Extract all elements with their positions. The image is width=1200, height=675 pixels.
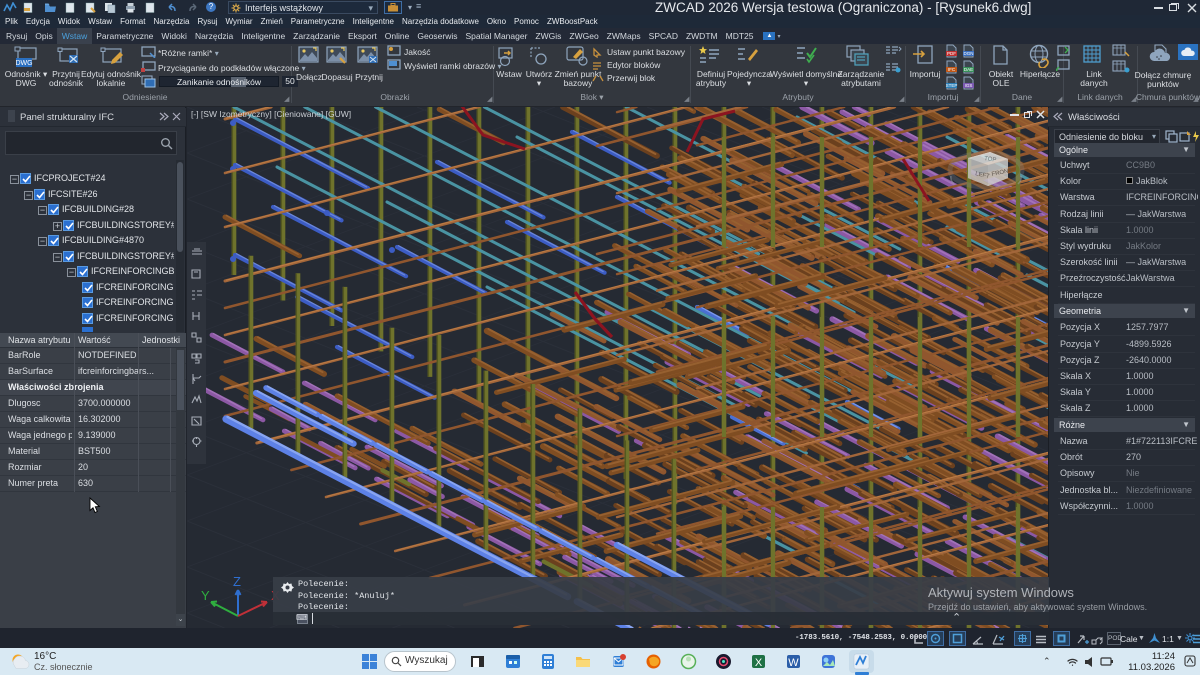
svg-text:Z: Z bbox=[233, 574, 241, 589]
svg-text:X: X bbox=[755, 657, 763, 669]
svg-text:DWG: DWG bbox=[15, 60, 32, 67]
svg-text:STEP: STEP bbox=[946, 83, 958, 88]
svg-text:W: W bbox=[788, 657, 799, 669]
svg-text:IFC: IFC bbox=[948, 67, 956, 72]
svg-text:Y: Y bbox=[201, 588, 210, 603]
svg-text:DGN: DGN bbox=[964, 51, 974, 56]
svg-text:IGS: IGS bbox=[965, 83, 973, 88]
svg-text:PDF: PDF bbox=[947, 51, 956, 56]
svg-text:DAE: DAE bbox=[964, 67, 973, 72]
